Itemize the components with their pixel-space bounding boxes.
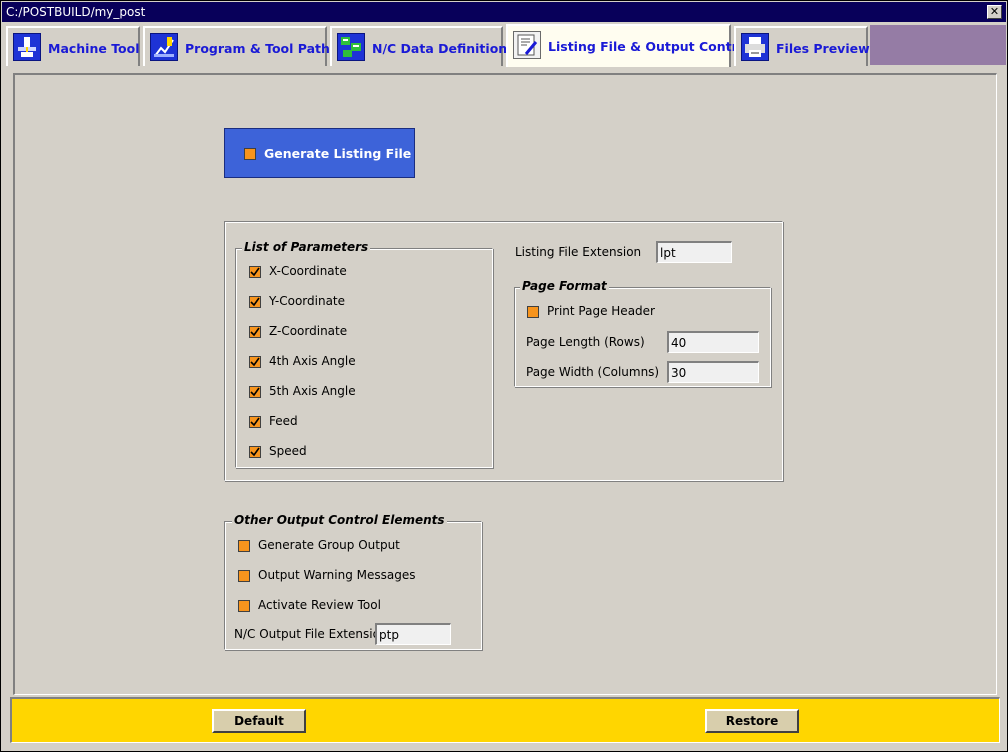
- page-length-label: Page Length (Rows): [526, 335, 645, 349]
- param-label: 5th Axis Angle: [269, 384, 356, 398]
- generate-listing-file-toggle[interactable]: Generate Listing File: [224, 128, 415, 178]
- nc-extension-label: N/C Output File Extension: [234, 627, 375, 641]
- tab-nc-data-definitions[interactable]: N/C Data Definitions: [330, 26, 515, 66]
- action-bar: [10, 697, 1000, 743]
- page-length-field[interactable]: [667, 331, 759, 353]
- default-button[interactable]: Default: [212, 709, 306, 733]
- option-label: Activate Review Tool: [258, 598, 381, 612]
- other-output-title: Other Output Control Elements: [232, 513, 447, 527]
- option-label: Output Warning Messages: [258, 568, 416, 582]
- param-label: Y-Coordinate: [269, 294, 346, 308]
- listing-file-icon: [513, 31, 541, 59]
- generate-listing-label: Generate Listing File: [264, 146, 412, 161]
- listing-extension-field[interactable]: [656, 241, 732, 263]
- y-coordinate-checkbox[interactable]: [249, 296, 261, 308]
- page-format-title: Page Format: [520, 279, 609, 293]
- generate-listing-checkbox[interactable]: [244, 148, 256, 160]
- tab-label: Files Preview: [776, 41, 870, 56]
- activate-review-tool-checkbox[interactable]: [238, 600, 250, 612]
- tab-label: N/C Data Definitions: [372, 41, 515, 56]
- tab-listing-file-output-control[interactable]: Listing File & Output Control: [506, 24, 751, 67]
- tool-path-icon: [150, 33, 178, 61]
- tab-label: Machine Tool: [48, 41, 140, 56]
- option-label: Generate Group Output: [258, 538, 400, 552]
- feed-checkbox[interactable]: [249, 416, 261, 428]
- tab-program-tool-path[interactable]: Program & Tool Path: [143, 26, 330, 66]
- tab-machine-tool[interactable]: Machine Tool: [6, 26, 140, 66]
- tab-bar-filler: [870, 25, 1006, 65]
- tab-label: Listing File & Output Control: [548, 39, 751, 54]
- z-coordinate-checkbox[interactable]: [249, 326, 261, 338]
- print-page-header-checkbox[interactable]: [527, 306, 539, 318]
- title-bar: C:/POSTBUILD/my_post ✕: [2, 2, 1006, 22]
- x-coordinate-checkbox[interactable]: [249, 266, 261, 278]
- machine-tool-icon: [13, 33, 41, 61]
- nc-data-icon: [337, 33, 365, 61]
- nc-extension-field[interactable]: [375, 623, 451, 645]
- param-label: X-Coordinate: [269, 264, 347, 278]
- output-warning-messages-checkbox[interactable]: [238, 570, 250, 582]
- page-width-field[interactable]: [667, 361, 759, 383]
- param-label: Z-Coordinate: [269, 324, 348, 338]
- printer-icon: [741, 33, 769, 61]
- speed-checkbox[interactable]: [249, 446, 261, 458]
- tab-files-preview[interactable]: Files Preview: [734, 26, 870, 66]
- tab-bar: Machine Tool Program & Tool Path N/C Dat…: [2, 23, 1006, 67]
- generate-group-output-checkbox[interactable]: [238, 540, 250, 552]
- window-title: C:/POSTBUILD/my_post: [6, 5, 146, 19]
- parameters-group-title: List of Parameters: [242, 240, 371, 254]
- tab-label: Program & Tool Path: [185, 41, 330, 56]
- listing-extension-label: Listing File Extension: [515, 245, 642, 259]
- param-label: Speed: [269, 444, 307, 458]
- param-label: 4th Axis Angle: [269, 354, 356, 368]
- page-width-label: Page Width (Columns): [526, 365, 660, 379]
- close-icon[interactable]: ✕: [987, 5, 1002, 19]
- restore-button[interactable]: Restore: [705, 709, 799, 733]
- 5th-axis-angle-checkbox[interactable]: [249, 386, 261, 398]
- param-label: Feed: [269, 414, 298, 428]
- application-window: C:/POSTBUILD/my_post ✕ Machine Tool Prog…: [0, 0, 1008, 752]
- 4th-axis-angle-checkbox[interactable]: [249, 356, 261, 368]
- print-page-header-label: Print Page Header: [547, 304, 655, 318]
